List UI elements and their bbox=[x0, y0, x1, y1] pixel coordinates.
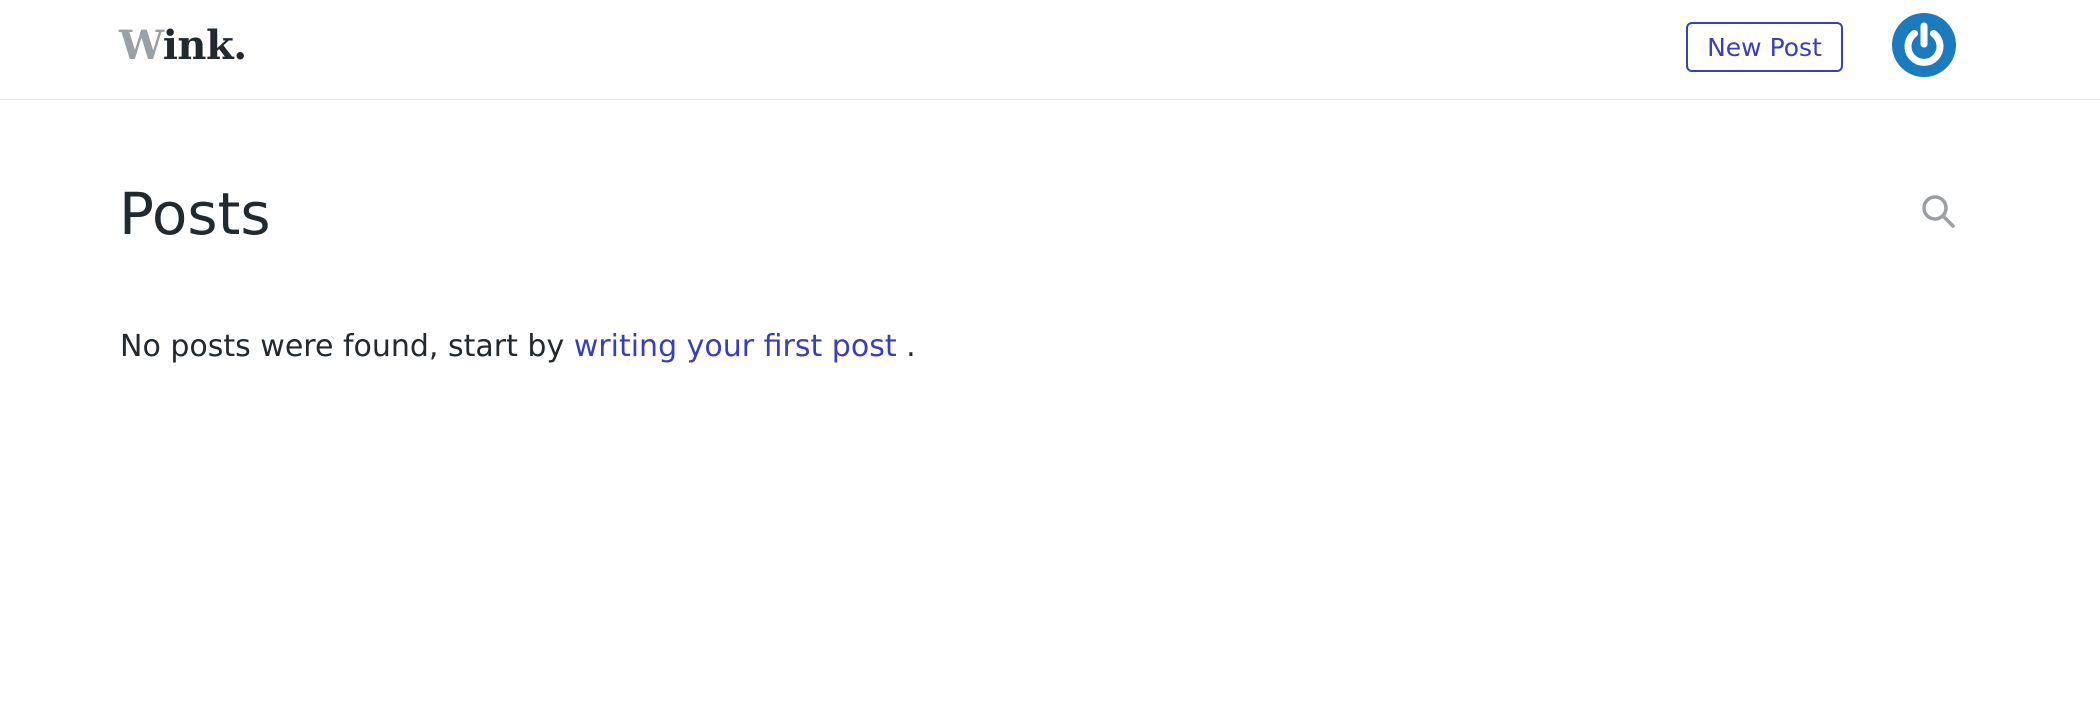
search-icon bbox=[1922, 195, 1955, 228]
top-navigation-bar: Wink. New Post bbox=[0, 0, 2100, 100]
empty-state-period: . bbox=[896, 329, 916, 364]
power-icon bbox=[1904, 22, 1944, 66]
wink-logo[interactable]: Wink. bbox=[119, 20, 247, 72]
empty-state-message: No posts were found, start by writing yo… bbox=[120, 326, 916, 368]
search-button[interactable] bbox=[1920, 193, 1958, 231]
user-avatar-button[interactable] bbox=[1892, 13, 1956, 77]
empty-state-text: No posts were found, start by bbox=[120, 329, 574, 364]
logo-first-letter: W bbox=[119, 22, 163, 69]
logo-rest: ink. bbox=[162, 22, 247, 69]
page-title: Posts bbox=[119, 180, 271, 248]
new-post-button[interactable]: New Post bbox=[1686, 22, 1843, 72]
write-first-post-link[interactable]: writing your first post bbox=[574, 329, 897, 364]
